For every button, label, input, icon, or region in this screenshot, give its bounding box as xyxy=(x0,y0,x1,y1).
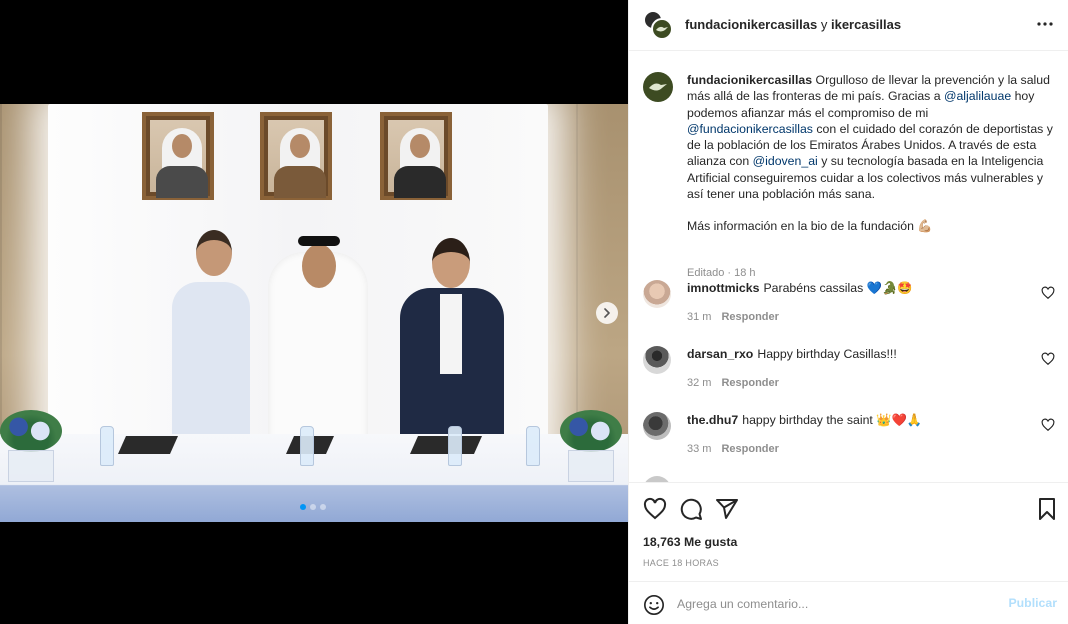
post-authors: fundacionikercasillas y ikercasillas xyxy=(685,17,901,32)
photo-portrait-center xyxy=(260,112,332,200)
comment-input[interactable] xyxy=(677,592,997,616)
commenter-avatar[interactable] xyxy=(643,412,671,440)
post-panel: fundacionikercasillas y ikercasillas fun… xyxy=(628,0,1068,624)
comment-meta: 32 m Responder xyxy=(687,377,779,389)
comment-item: imnottmicks Parabéns cassilas 💙🐊🤩 31 m Res… xyxy=(643,280,1055,336)
author-connector: y xyxy=(820,17,828,32)
comment-icon[interactable] xyxy=(679,497,703,521)
post-photo xyxy=(0,104,628,522)
bookmark-icon[interactable] xyxy=(1035,497,1059,521)
send-icon[interactable] xyxy=(715,497,739,521)
author-avatars[interactable] xyxy=(643,10,673,40)
comment-text: the.dhu7 happy birthday the saint 👑❤️🙏 xyxy=(687,413,922,428)
photo-person-left-head xyxy=(196,230,232,276)
comment-composer: Publicar xyxy=(629,581,1068,624)
carousel-dot xyxy=(300,504,306,510)
carousel-dot xyxy=(310,504,316,510)
caption-mention[interactable]: @fundacionikercasillas xyxy=(687,122,813,136)
comment-item: the.dhu7 happy birthday the saint 👑❤️🙏 33… xyxy=(643,412,1055,468)
photo-portrait-right xyxy=(380,112,452,200)
caption-text: fundacionikercasillas Orgulloso de lleva… xyxy=(687,72,1057,235)
photo-bottle xyxy=(100,426,114,466)
carousel-next-button[interactable] xyxy=(596,302,618,324)
caption-more-info: Más información en la bio de la fundació… xyxy=(687,219,933,234)
publish-comment-button[interactable]: Publicar xyxy=(1008,596,1057,610)
reply-button[interactable]: Responder xyxy=(721,377,778,389)
photo-folder-left xyxy=(117,436,179,454)
author-username[interactable]: fundacionikercasillas xyxy=(685,17,817,32)
comment-text: darsan_rxo Happy birthday Casillas!!! xyxy=(687,347,897,361)
comment-body: Parabéns cassilas 💙🐊🤩 xyxy=(763,281,913,295)
photo-person-center-head xyxy=(302,244,336,288)
comment-body: Happy birthday Casillas!!! xyxy=(757,347,897,361)
more-options-button[interactable] xyxy=(1035,14,1055,34)
heart-icon[interactable] xyxy=(1041,352,1055,366)
post-media xyxy=(0,0,628,624)
commenter-username[interactable]: imnottmicks xyxy=(687,281,759,295)
post-actions: 18,763 Me gusta HACE 18 HORAS Publicar xyxy=(629,482,1068,624)
photo-bottle xyxy=(448,426,462,466)
reply-button[interactable]: Responder xyxy=(721,311,778,323)
foundation-logo-icon xyxy=(649,83,667,91)
commenter-avatar[interactable] xyxy=(643,346,671,374)
heart-icon[interactable] xyxy=(1041,418,1055,432)
heart-icon[interactable] xyxy=(1041,286,1055,300)
comment-body: happy birthday the saint 👑❤️🙏 xyxy=(742,413,923,427)
comment-age: 33 m xyxy=(687,443,712,455)
emoji-icon[interactable] xyxy=(643,594,665,616)
commenter-username[interactable]: the.dhu7 xyxy=(687,413,738,427)
comment-text: imnottmicks Parabéns cassilas 💙🐊🤩 xyxy=(687,281,913,296)
comment-meta: 31 m Responder xyxy=(687,311,779,323)
caption-username[interactable]: fundacionikercasillas xyxy=(687,73,812,87)
comment-meta: 33 m Responder xyxy=(687,443,779,455)
photo-person-center-agal xyxy=(298,236,340,246)
caption-author-avatar[interactable] xyxy=(643,72,673,102)
carousel-dot xyxy=(320,504,326,510)
photo-portrait-left xyxy=(142,112,214,200)
heart-icon[interactable] xyxy=(643,497,667,521)
commenter-avatar[interactable] xyxy=(643,280,671,308)
more-horizontal-icon xyxy=(1037,22,1053,26)
likes-count[interactable]: 18,763 Me gusta xyxy=(643,535,737,549)
post-header: fundacionikercasillas y ikercasillas xyxy=(629,0,1068,51)
coauthor-username[interactable]: ikercasillas xyxy=(831,17,901,32)
photo-person-right-head xyxy=(432,238,470,288)
reply-button[interactable]: Responder xyxy=(721,443,778,455)
caption-mention[interactable]: @idoven_ai xyxy=(753,154,818,168)
photo-folder-right xyxy=(409,436,483,454)
post-timestamp[interactable]: HACE 18 HORAS xyxy=(643,558,719,568)
comment-age: 31 m xyxy=(687,311,712,323)
photo-bottle xyxy=(526,426,540,466)
comment-item: darsan_rxo Happy birthday Casillas!!! 32 … xyxy=(643,346,1055,402)
photo-flowers-left xyxy=(0,410,62,482)
chevron-right-icon xyxy=(604,308,610,318)
photo-flowers-right xyxy=(560,410,622,482)
author-avatar xyxy=(651,18,673,40)
caption-meta: Editado · 18 h xyxy=(687,267,756,279)
commenter-username[interactable]: darsan_rxo xyxy=(687,347,753,361)
comment-age: 32 m xyxy=(687,377,712,389)
caption-mention[interactable]: @aljalilauae xyxy=(944,89,1011,103)
comments-scroll-area[interactable]: fundacionikercasillas Orgulloso de lleva… xyxy=(629,52,1068,482)
carousel-indicator xyxy=(300,504,326,510)
photo-person-right-shirt xyxy=(440,294,462,374)
foundation-logo-icon xyxy=(656,26,668,32)
photo-bottle xyxy=(300,426,314,466)
photo-person-left xyxy=(172,282,250,442)
